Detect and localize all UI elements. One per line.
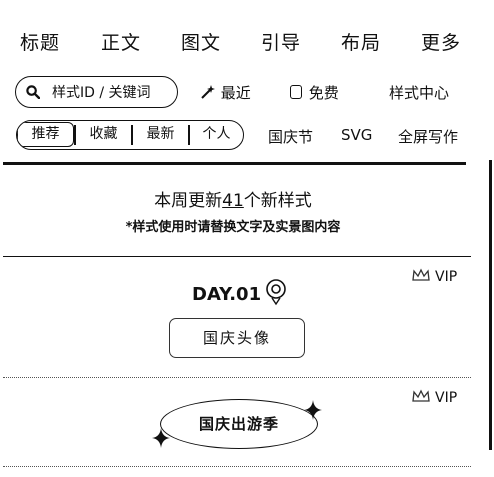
top-nav: 标题 正文 图文 引导 布局 更多	[0, 28, 494, 58]
vip-badge: VIP	[411, 389, 457, 406]
recent-filter-label: 最近	[220, 84, 251, 102]
vip-badge: VIP	[411, 268, 457, 285]
sparkle-icon	[304, 400, 322, 420]
usage-note: *样式使用时请替换文字及实景图内容	[125, 220, 341, 235]
vip-label: VIP	[435, 269, 458, 285]
sparkle-icon	[152, 428, 170, 448]
style-preview-button[interactable]: 国庆头像	[169, 318, 305, 358]
nav-item-title[interactable]: 标题	[20, 28, 60, 55]
nav-item-body[interactable]: 正文	[101, 28, 141, 55]
style-center-link[interactable]: 样式中心	[389, 82, 449, 103]
day-title: DAY.01	[192, 284, 262, 305]
update-suffix: 个新样式	[243, 191, 312, 211]
free-filter[interactable]: 免费	[290, 82, 339, 103]
category-national-day[interactable]: 国庆节	[268, 126, 313, 147]
nav-item-guide[interactable]: 引导	[261, 28, 301, 55]
tab-segment-group: 推荐 收藏 最新 个人	[16, 120, 244, 150]
search-input[interactable]	[52, 83, 170, 103]
nav-item-image-text[interactable]: 图文	[181, 28, 221, 55]
nav-item-more[interactable]: 更多	[421, 28, 461, 55]
crown-icon	[412, 268, 430, 281]
nav-item-layout[interactable]: 布局	[341, 28, 381, 55]
vip-label: VIP	[435, 390, 458, 406]
update-count: 41	[222, 191, 244, 211]
style-preview-oval[interactable]: 国庆出游季	[160, 399, 318, 449]
card-divider	[3, 377, 471, 378]
tab-recommended[interactable]: 推荐	[17, 122, 74, 147]
filter-row: 最近 免费 样式中心	[0, 76, 494, 110]
card-divider	[3, 466, 471, 467]
card-divider	[3, 256, 471, 257]
weekly-update-title: 本周更新41个新样式	[0, 186, 466, 211]
tab-latest[interactable]: 最新	[133, 121, 188, 148]
location-pin-icon	[266, 279, 286, 306]
recent-filter[interactable]: 最近	[200, 82, 251, 103]
category-svg[interactable]: SVG	[341, 126, 372, 144]
header-divider	[3, 162, 466, 165]
tab-row: 推荐 收藏 最新 个人 国庆节 SVG 全屏写作	[0, 120, 494, 152]
crown-icon	[412, 389, 430, 402]
scrollbar[interactable]	[489, 160, 492, 450]
tab-personal[interactable]: 个人	[190, 121, 243, 148]
search-icon	[26, 85, 40, 99]
checkbox-icon[interactable]	[290, 85, 302, 99]
magic-wand-icon	[201, 85, 215, 99]
category-fullscreen-writing[interactable]: 全屏写作	[398, 126, 458, 147]
tab-favorites[interactable]: 收藏	[76, 121, 131, 148]
free-filter-label: 免费	[308, 84, 339, 102]
search-box[interactable]	[15, 76, 178, 108]
update-prefix: 本周更新	[154, 191, 223, 211]
